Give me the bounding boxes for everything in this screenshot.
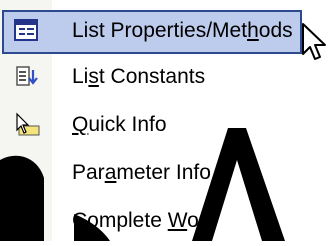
overlay-graphic [0, 128, 285, 241]
context-menu: List Properties/Methods List Constants Q… [0, 0, 334, 241]
